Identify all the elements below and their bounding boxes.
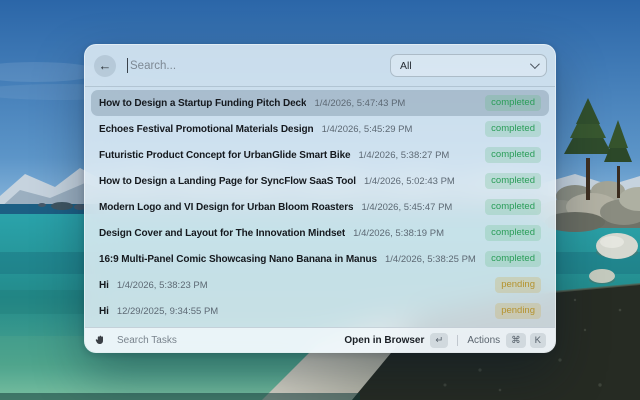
task-title: Hi [99,279,109,291]
task-row[interactable]: Hi 1/4/2026, 5:38:23 PM pending [91,272,549,298]
search-panel: ← All How to Design a Startup Funding Pi… [84,44,556,353]
task-title: Echoes Festival Promotional Materials De… [99,123,314,135]
status-badge: completed [485,173,541,189]
task-row[interactable]: How to Design a Landing Page for SyncFlo… [91,168,549,194]
search-header: ← All [85,45,555,87]
footer-bar: Search Tasks Open in Browser ↵ Actions ⌘… [85,327,555,352]
status-badge: completed [485,199,541,215]
actions-label: Actions [467,335,501,346]
task-timestamp: 1/4/2026, 5:45:47 PM [361,201,453,213]
status-badge: completed [485,147,541,163]
task-row[interactable]: Modern Logo and VI Design for Urban Bloo… [91,194,549,220]
task-title: How to Design a Startup Funding Pitch De… [99,97,307,109]
task-row[interactable]: Futuristic Product Concept for UrbanGlid… [91,142,549,168]
actions-button[interactable]: Actions ⌘ K [467,332,546,349]
arrow-left-icon: ← [98,58,112,73]
filter-value: All [400,59,412,72]
task-row[interactable]: 16:9 Multi-Panel Comic Showcasing Nano B… [91,246,549,272]
task-timestamp: 1/4/2026, 5:45:29 PM [321,123,413,135]
task-timestamp: 1/4/2026, 5:47:43 PM [314,97,406,109]
footer-separator [457,335,459,346]
task-title: Modern Logo and VI Design for Urban Bloo… [99,201,354,213]
task-timestamp: 12/29/2025, 9:34:55 PM [116,305,219,317]
open-in-browser-label: Open in Browser [344,335,425,346]
status-badge: completed [485,95,541,111]
filter-dropdown[interactable]: All [390,54,547,77]
task-timestamp: 1/4/2026, 5:02:43 PM [363,175,455,187]
task-row[interactable]: Design Cover and Layout for The Innovati… [91,220,549,246]
task-row[interactable]: How to Design a Startup Funding Pitch De… [91,90,549,116]
k-key-icon: K [529,332,546,349]
status-badge: completed [485,225,541,241]
task-title: Futuristic Product Concept for UrbanGlid… [99,149,351,161]
task-timestamp: 1/4/2026, 5:38:25 PM [384,253,476,265]
chevron-down-icon [529,59,540,70]
footer-mode-label: Search Tasks [117,335,177,346]
task-timestamp: 1/4/2026, 5:38:19 PM [353,227,444,239]
task-row[interactable]: Hi 12/29/2025, 9:34:55 PM pending [91,298,549,324]
open-in-browser-button[interactable]: Open in Browser ↵ [344,332,449,349]
task-title: Hi [99,305,109,317]
task-timestamp: 1/4/2026, 5:38:23 PM [116,279,208,291]
task-title: 16:9 Multi-Panel Comic Showcasing Nano B… [99,253,377,265]
status-badge: pending [495,277,541,293]
status-badge: pending [495,303,541,319]
task-list: How to Design a Startup Funding Pitch De… [85,87,555,327]
enter-key-icon: ↵ [430,332,449,349]
task-title: How to Design a Landing Page for SyncFlo… [99,175,356,187]
task-timestamp: 1/4/2026, 5:38:27 PM [358,149,450,161]
status-badge: completed [485,121,541,137]
cmd-key-icon: ⌘ [506,332,526,349]
task-title: Design Cover and Layout for The Innovati… [99,227,346,239]
search-input[interactable] [128,59,390,72]
manus-logo-icon [94,334,108,348]
status-badge: completed [485,251,541,267]
back-button[interactable]: ← [94,54,116,77]
task-row[interactable]: Echoes Festival Promotional Materials De… [91,116,549,142]
